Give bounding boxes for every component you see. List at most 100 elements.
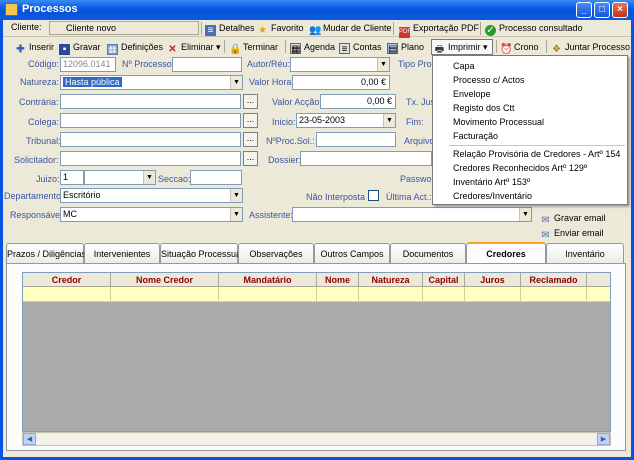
colega-field[interactable]: [60, 113, 241, 128]
inicio-date-picker[interactable]: 23-05-2003 ▼: [296, 113, 396, 128]
solicitador-field[interactable]: [60, 151, 241, 166]
eliminar-button[interactable]: ✕ Eliminar ▾: [167, 41, 220, 55]
natureza-select[interactable]: Hasta pública ▼: [60, 75, 243, 90]
codigo-label: Código:: [28, 59, 60, 69]
column-capital[interactable]: Capital: [423, 273, 465, 287]
assistente-select[interactable]: ▼: [292, 207, 532, 222]
enviar-email-button[interactable]: ✉ Enviar email: [540, 227, 603, 241]
nprocesso-field[interactable]: [172, 57, 242, 72]
tab-outros-campos[interactable]: Outros Campos: [314, 243, 390, 263]
accounts-icon: ≡: [339, 43, 350, 55]
menu-item-capa[interactable]: Capa: [453, 61, 475, 72]
menu-item-credores-reconhecidos[interactable]: Credores Reconhecidos Artº 129º: [453, 163, 587, 174]
menu-item-movimento-processual[interactable]: Movimento Processual: [453, 117, 544, 128]
agenda-button[interactable]: ▦ Agenda: [290, 41, 335, 55]
minimize-button[interactable]: _: [576, 2, 592, 18]
menu-item-credores-inventario[interactable]: Credores/Inventário: [453, 191, 532, 202]
menu-item-processo-actos[interactable]: Processo c/ Actos: [453, 75, 525, 86]
column-nome-credor[interactable]: Nome Credor: [111, 273, 219, 287]
inicio-label: Inicio:: [272, 117, 296, 127]
tab-observacoes[interactable]: Observações: [238, 243, 314, 263]
dossier-field[interactable]: [300, 151, 432, 166]
codigo-field[interactable]: 12096.0141: [60, 57, 116, 72]
inserir-button[interactable]: ✚ Inserir: [15, 41, 54, 55]
crono-button[interactable]: ⏰ Crono: [500, 41, 539, 55]
contraria-field[interactable]: [60, 94, 241, 109]
column-reclamado[interactable]: Reclamado: [521, 273, 587, 287]
gravar-button[interactable]: ▪ Gravar: [59, 41, 101, 55]
solicitador-browse-button[interactable]: ...: [243, 151, 258, 166]
clock-icon: ⏰: [500, 44, 513, 55]
column-juros[interactable]: Juros: [465, 273, 521, 287]
plano-button[interactable]: ▤ Plano: [387, 41, 424, 55]
tribunal-label: Tribunal:: [26, 136, 61, 146]
departamento-label: Departamento:: [4, 191, 64, 201]
detalhes-button[interactable]: ≡ Detalhes: [205, 22, 255, 36]
contas-button[interactable]: ≡ Contas: [339, 41, 382, 55]
juizo-select[interactable]: ▼: [84, 170, 156, 185]
solicitador-label: Solicitador:: [14, 155, 59, 165]
tab-credores[interactable]: Credores: [466, 242, 546, 264]
column-credor[interactable]: Credor: [23, 273, 111, 287]
juntar-processo-button[interactable]: ❖ Juntar Processo: [551, 41, 630, 55]
dossier-label: Dossier:: [268, 155, 302, 165]
menu-item-inventario[interactable]: Inventário Artº 153º: [453, 177, 530, 188]
column-nome[interactable]: Nome: [317, 273, 359, 287]
tab-intervenientes[interactable]: Intervenientes: [84, 243, 160, 263]
cliente-field[interactable]: Cliente novo: [49, 21, 199, 35]
autor-reu-label: Autor/Réu:: [247, 59, 291, 69]
definicoes-button[interactable]: ▦ Definições: [107, 41, 163, 55]
details-icon: ≡: [205, 25, 216, 36]
chevron-down-icon: ▼: [230, 189, 242, 202]
column-mandatario[interactable]: Mandatário: [219, 273, 317, 287]
valor-accao-field[interactable]: 0,00 €: [320, 94, 396, 109]
nao-interposta-checkbox[interactable]: [368, 190, 379, 201]
tab-documentos[interactable]: Documentos: [390, 243, 466, 263]
cliente-label: Cliente:: [11, 22, 42, 32]
departamento-select[interactable]: Escritório ▼: [60, 188, 243, 203]
menu-item-registo-ctt[interactable]: Registo dos Ctt: [453, 103, 515, 114]
exportacao-pdf-button[interactable]: PDF Exportação PDF: [399, 22, 479, 38]
scroll-left-icon[interactable]: ◀: [23, 433, 36, 445]
table-row[interactable]: [23, 287, 610, 302]
valor-hora-label: Valor Hora:: [249, 77, 294, 87]
processo-consultado-button[interactable]: ✓ Processo consultado: [485, 22, 583, 36]
colega-browse-button[interactable]: ...: [243, 113, 258, 128]
tribunal-field[interactable]: [60, 132, 241, 147]
responsavel-label: Responsável:: [10, 210, 65, 220]
tab-prazos[interactable]: Prazos / Diligências: [6, 243, 86, 263]
mudar-cliente-button[interactable]: 👥 Mudar de Cliente: [309, 22, 392, 36]
valor-hora-field[interactable]: 0,00 €: [292, 75, 390, 90]
gravar-email-button[interactable]: ✉ Gravar email: [540, 212, 605, 226]
imprimir-button[interactable]: 🖶 Imprimir ▾: [431, 39, 493, 55]
close-button[interactable]: ×: [612, 2, 628, 18]
terminar-button[interactable]: 🔒 Terminar: [229, 41, 278, 55]
printer-icon: 🖶: [434, 44, 445, 55]
nprocesso-label: Nº Processo:: [122, 59, 175, 69]
settings-icon: ▦: [107, 44, 118, 55]
tab-situacao-processual[interactable]: Situação Processual: [160, 243, 243, 263]
nproc-sol-field[interactable]: [316, 132, 396, 147]
autor-reu-select[interactable]: ▼: [290, 57, 390, 72]
column-natureza[interactable]: Natureza: [359, 273, 423, 287]
tab-inventario[interactable]: Inventário: [546, 243, 624, 263]
ultima-act-label: Última Act.:: [386, 192, 432, 202]
chevron-down-icon: ▼: [230, 76, 242, 89]
scroll-right-icon[interactable]: ▶: [597, 433, 610, 445]
responsavel-select[interactable]: MC ▼: [60, 207, 243, 222]
menu-item-facturacao[interactable]: Facturação: [453, 131, 498, 142]
colega-label: Colega:: [28, 117, 60, 127]
seccao-field[interactable]: [190, 170, 242, 185]
contraria-browse-button[interactable]: ...: [243, 94, 258, 109]
menu-item-relacao-provisoria[interactable]: Relação Provisória de Credores - Artº 15…: [453, 149, 620, 160]
menu-item-envelope[interactable]: Envelope: [453, 89, 491, 100]
juizo-field[interactable]: 1: [60, 170, 84, 185]
tx-jus-label: Tx. Jus: [406, 97, 436, 107]
tribunal-browse-button[interactable]: ...: [243, 132, 258, 147]
title-bar: Processos _ □ ×: [0, 0, 634, 20]
favorito-button[interactable]: ★ Favorito: [257, 22, 304, 36]
horizontal-scrollbar[interactable]: ◀ ▶: [22, 432, 611, 446]
maximize-button[interactable]: □: [594, 2, 610, 18]
delete-icon: ✕: [168, 44, 177, 55]
users-icon: 👥: [309, 25, 322, 36]
